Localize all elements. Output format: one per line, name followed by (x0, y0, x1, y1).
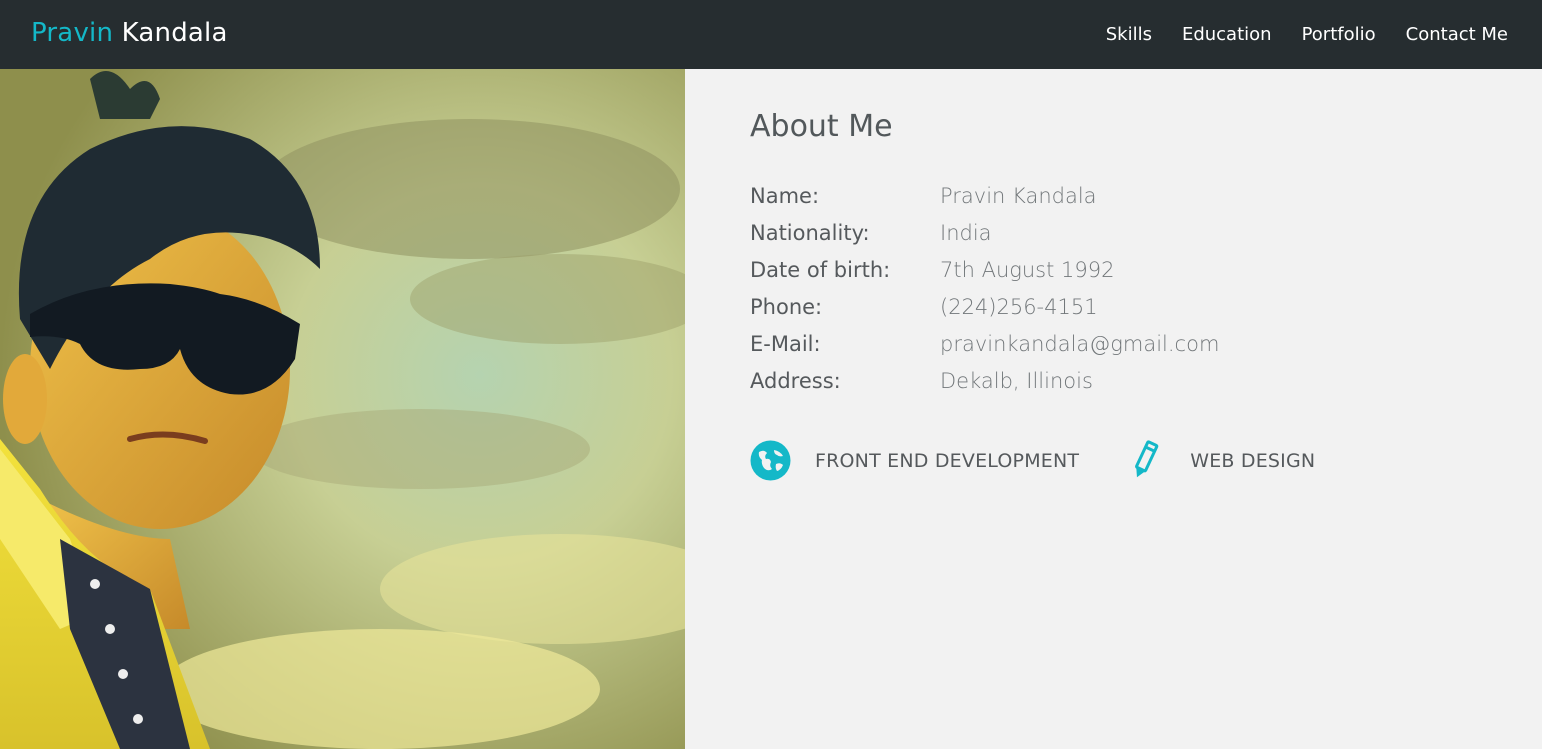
profile-photo (0, 69, 685, 749)
top-navbar: Pravin Kandala Skills Education Portfoli… (0, 0, 1542, 69)
info-label: Phone: (750, 294, 823, 319)
info-value: Pravin Kandala (940, 183, 1097, 208)
info-value: 7th August 1992 (940, 257, 1115, 282)
nav-link-contact[interactable]: Contact Me (1406, 24, 1508, 45)
main-nav: Skills Education Portfolio Contact Me (1106, 0, 1508, 69)
nav-link-portfolio[interactable]: Portfolio (1302, 24, 1376, 45)
info-row-email: E-Mail: pravinkandala@gmail.com (750, 325, 1219, 362)
personal-info-list: Name: Pravin Kandala Nationality: India … (750, 177, 1219, 399)
brand-logo[interactable]: Pravin Kandala (31, 15, 228, 51)
info-row-phone: Phone: (224)256-4151 (750, 288, 1219, 325)
skill-label: WEB DESIGN (1190, 449, 1316, 472)
about-section: About Me Name: Pravin Kandala Nationalit… (685, 69, 1542, 749)
info-value: India (940, 220, 992, 245)
skills-list: FRONT END DEVELOPMENT WEB DESIGN (750, 440, 1315, 481)
skill-front-end: FRONT END DEVELOPMENT (750, 440, 1079, 481)
nav-link-education[interactable]: Education (1182, 24, 1272, 45)
pencil-icon (1125, 440, 1166, 481)
skill-web-design: WEB DESIGN (1125, 440, 1315, 481)
info-label: Date of birth: (750, 257, 891, 282)
brand-first-name: Pravin (31, 18, 114, 48)
skill-label: FRONT END DEVELOPMENT (815, 449, 1080, 472)
info-row-date-of-birth: Date of birth: 7th August 1992 (750, 251, 1219, 288)
info-row-nationality: Nationality: India (750, 214, 1219, 251)
info-row-name: Name: Pravin Kandala (750, 177, 1219, 214)
info-value: Dekalb, Illinois (940, 368, 1093, 393)
info-value: pravinkandala@gmail.com (940, 331, 1220, 356)
nav-link-skills[interactable]: Skills (1106, 24, 1152, 45)
globe-icon (750, 440, 791, 481)
brand-last-name: Kandala (121, 18, 228, 48)
info-value: (224)256-4151 (940, 294, 1098, 319)
about-title: About Me (750, 109, 893, 144)
info-label: Address: (750, 368, 841, 393)
info-label: E-Mail: (750, 331, 821, 356)
info-label: Name: (750, 183, 820, 208)
info-row-address: Address: Dekalb, Illinois (750, 362, 1219, 399)
info-label: Nationality: (750, 220, 870, 245)
profile-photo-illustration (0, 69, 685, 749)
